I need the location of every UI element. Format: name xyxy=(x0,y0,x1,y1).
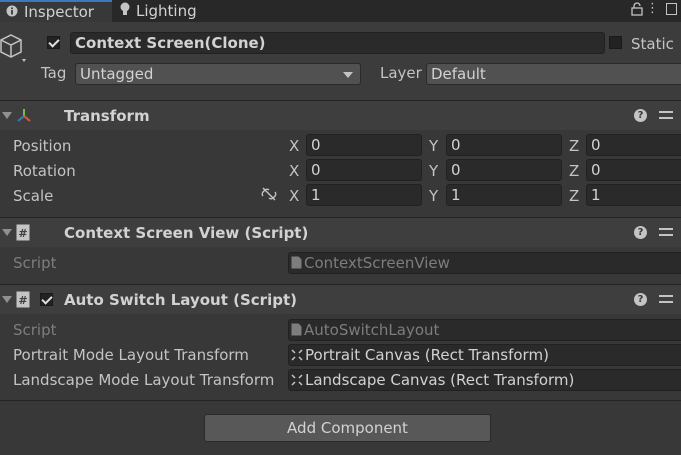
portrait-mode-field[interactable]: Portrait Canvas (Rect Transform) xyxy=(288,344,681,366)
layer-value: Default xyxy=(431,65,486,83)
help-icon[interactable]: ? xyxy=(634,293,647,306)
context-screen-view-title: Context Screen View (Script) xyxy=(64,224,309,242)
auto-switch-layout-title: Auto Switch Layout (Script) xyxy=(64,291,297,309)
rect-transform-icon xyxy=(291,346,303,366)
presets-icon[interactable] xyxy=(659,293,673,306)
script-reference-field: AutoSwitchLayout xyxy=(288,319,681,341)
info-icon xyxy=(6,3,18,21)
gameobject-active-checkbox[interactable] xyxy=(47,36,60,49)
transform-icon xyxy=(16,108,32,128)
presets-icon[interactable] xyxy=(659,109,673,122)
layer-dropdown[interactable]: Default xyxy=(426,63,681,85)
rotation-y-label[interactable]: Y xyxy=(429,162,438,180)
more-options-icon[interactable]: ⋮ xyxy=(646,2,659,15)
scale-y-label[interactable]: Y xyxy=(429,187,438,205)
landscape-mode-value: Landscape Canvas (Rect Transform) xyxy=(305,371,575,389)
script-file-icon xyxy=(291,321,302,341)
foldout-arrow-icon[interactable] xyxy=(2,112,12,119)
position-y-label[interactable]: Y xyxy=(429,137,438,155)
auto-switch-layout-header[interactable]: # Auto Switch Layout (Script) ? xyxy=(0,284,681,314)
foldout-arrow-icon[interactable] xyxy=(2,296,12,303)
scale-label: Scale xyxy=(13,187,54,205)
position-label: Position xyxy=(13,137,72,155)
landscape-mode-field[interactable]: Landscape Canvas (Rect Transform) xyxy=(288,369,681,391)
tab-inspector[interactable]: Inspector xyxy=(0,0,112,22)
position-x-label[interactable]: X xyxy=(289,137,299,155)
layer-label: Layer xyxy=(380,64,422,82)
help-icon[interactable]: ? xyxy=(634,109,647,122)
position-x-field[interactable]: 0 xyxy=(306,134,422,156)
landscape-mode-label: Landscape Mode Layout Transform xyxy=(13,371,275,389)
tag-dropdown[interactable]: Untagged xyxy=(75,63,361,85)
svg-text:#: # xyxy=(18,294,27,307)
scale-z-label[interactable]: Z xyxy=(569,187,579,205)
foldout-arrow-icon[interactable] xyxy=(2,229,12,236)
script-reference-value: ContextScreenView xyxy=(304,254,450,272)
rotation-x-label[interactable]: X xyxy=(289,162,299,180)
portrait-mode-label: Portrait Mode Layout Transform xyxy=(13,346,249,364)
presets-icon[interactable] xyxy=(659,226,673,239)
tag-value: Untagged xyxy=(80,65,154,83)
svg-text:#: # xyxy=(18,227,27,240)
script-label: Script xyxy=(13,254,57,272)
tab-bar: Inspector Lighting ⋮ xyxy=(0,0,681,22)
rotation-label: Rotation xyxy=(13,162,76,180)
rotation-z-field[interactable]: 0 xyxy=(586,159,681,181)
position-z-label[interactable]: Z xyxy=(569,137,579,155)
portrait-mode-value: Portrait Canvas (Rect Transform) xyxy=(305,346,549,364)
position-y-field[interactable]: 0 xyxy=(446,134,562,156)
script-file-icon: # xyxy=(16,291,30,312)
transform-title: Transform xyxy=(64,107,150,125)
constrain-proportions-icon[interactable] xyxy=(261,187,277,205)
component-enabled-checkbox[interactable] xyxy=(40,293,53,306)
static-label: Static xyxy=(631,35,674,53)
scale-y-field[interactable]: 1 xyxy=(446,184,562,206)
rotation-z-label[interactable]: Z xyxy=(569,162,579,180)
add-component-button[interactable]: Add Component xyxy=(204,414,491,442)
static-checkbox[interactable] xyxy=(609,36,622,49)
scale-z-field[interactable]: 1 xyxy=(586,184,681,206)
tab-inspector-label: Inspector xyxy=(24,3,94,21)
gameobject-cube-icon[interactable] xyxy=(0,33,26,69)
rotation-y-field[interactable]: 0 xyxy=(446,159,562,181)
tag-label: Tag xyxy=(41,64,67,82)
rect-transform-icon xyxy=(291,371,303,391)
tab-lighting[interactable]: Lighting xyxy=(114,0,214,22)
tab-lighting-label: Lighting xyxy=(136,2,197,20)
divider xyxy=(0,400,681,401)
scale-x-label[interactable]: X xyxy=(289,187,299,205)
lightbulb-icon xyxy=(120,2,130,20)
gameobject-name-input[interactable]: Context Screen(Clone) xyxy=(70,32,605,54)
window-menu-icon[interactable] xyxy=(666,3,677,15)
transform-header[interactable]: Transform ? xyxy=(0,100,681,130)
script-label: Script xyxy=(13,321,57,339)
help-icon[interactable]: ? xyxy=(634,226,647,239)
script-file-icon xyxy=(291,254,302,274)
gameobject-header: Context Screen(Clone) Static Tag Untagge… xyxy=(0,22,681,100)
script-file-icon: # xyxy=(16,224,30,245)
position-z-field[interactable]: 0 xyxy=(586,134,681,156)
scale-x-field[interactable]: 1 xyxy=(306,184,422,206)
rotation-x-field[interactable]: 0 xyxy=(306,159,422,181)
lock-icon[interactable] xyxy=(631,2,643,16)
script-reference-field: ContextScreenView xyxy=(288,252,681,274)
script-reference-value: AutoSwitchLayout xyxy=(304,321,440,339)
chevron-down-icon xyxy=(343,72,353,78)
context-screen-view-header[interactable]: # Context Screen View (Script) ? xyxy=(0,217,681,247)
